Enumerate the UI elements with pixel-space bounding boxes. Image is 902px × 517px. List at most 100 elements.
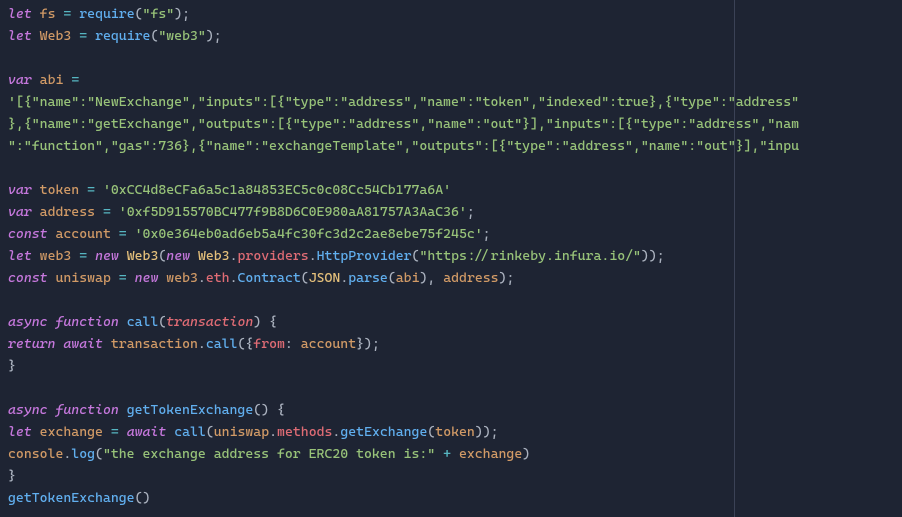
property: providers [238,248,309,264]
class-name: Web3 [127,248,159,264]
function-def: call [127,314,159,330]
punct: )); [641,248,665,264]
keyword: let [8,424,32,440]
code-line: '[{"name":"NewExchange","inputs":[{"type… [8,92,894,114]
punct: ( [301,270,309,286]
punct: ); [174,6,190,22]
identifier: token [40,182,80,198]
property: eth [206,270,230,286]
punct: . [198,336,206,352]
identifier: uniswap [55,270,110,286]
code-line: let web3 = new Web3(new Web3.providers.H… [8,246,894,268]
punct: ); [206,28,222,44]
function-def: getTokenExchange [127,402,254,418]
punct: ( [388,270,396,286]
identifier: abi [396,270,420,286]
punct: ); [499,270,515,286]
blank-line [8,158,894,180]
punct: ) { [253,314,277,330]
identifier: transaction [111,336,198,352]
identifier: Web3 [40,28,72,44]
punct: ), [419,270,443,286]
string: "fs" [143,6,175,22]
code-line: } [8,356,894,378]
keyword: var [8,204,32,220]
code-line: var address = '0xf5D915570BC477f9B8D6C0E… [8,202,894,224]
operator: + [443,446,451,462]
punct: ({ [237,336,253,352]
punct: )); [475,424,499,440]
keyword: new [95,248,119,264]
function-call: call [174,424,206,440]
property: HttpProvider [317,248,412,264]
function-call: parse [348,270,388,286]
code-line: async function getTokenExchange() { [8,400,894,422]
code-editor[interactable]: let fs = require("fs"); let Web3 = requi… [0,0,902,514]
class-name: JSON [309,270,341,286]
identifier: fs [40,6,56,22]
operator: = [79,28,87,44]
keyword: await [127,424,167,440]
operator: = [79,248,87,264]
identifier: abi [40,72,64,88]
punct: } [8,358,16,374]
code-line: let exchange = await call(uniswap.method… [8,422,894,444]
operator: = [87,182,95,198]
keyword: function [55,402,118,418]
string: "the exchange address for ERC20 token is… [103,446,435,462]
keyword: async [8,402,48,418]
function-call: require [79,6,134,22]
class-name: Web3 [198,248,230,264]
punct: ( [135,6,143,22]
operator: = [103,204,111,220]
punct: . [230,248,238,264]
string: "https://rinkeby.infura.io/" [419,248,640,264]
property: Contract [238,270,301,286]
punct: . [230,270,238,286]
property: from [253,336,285,352]
keyword: let [8,248,32,264]
code-line: async function call(transaction) { [8,312,894,334]
code-line: getTokenExchange() [8,488,894,510]
keyword: var [8,182,32,198]
punct: ; [483,226,491,242]
keyword: var [8,72,32,88]
identifier: uniswap [214,424,269,440]
string: '0xCC4d8eCFa6a5c1a84853EC5c0c08Cc54Cb177… [103,182,451,198]
code-line: } [8,466,894,488]
identifier: account [55,226,110,242]
code-line: let Web3 = require("web3"); [8,26,894,48]
identifier: account [301,336,356,352]
function-call: call [206,336,238,352]
punct: : [285,336,301,352]
string: ":"function","gas":736},{"name":"exchang… [8,138,799,154]
string: },{"name":"getExchange","outputs":[{"typ… [8,116,799,132]
string: '0xf5D915570BC477f9B8D6C0E980aA81757A3Aa… [119,204,467,220]
blank-line [8,378,894,400]
keyword: new [166,248,190,264]
string: "web3" [158,28,205,44]
keyword: async [8,314,48,330]
keyword: await [63,336,103,352]
property: methods [277,424,332,440]
code-line: console.log("the exchange address for ER… [8,444,894,466]
identifier: console [8,446,63,462]
keyword: return [8,336,55,352]
identifier: exchange [459,446,522,462]
keyword: function [55,314,118,330]
function-call: log [71,446,95,462]
identifier: web3 [166,270,198,286]
punct: } [8,468,16,484]
identifier: web3 [40,248,72,264]
function-call: getExchange [340,424,427,440]
operator: = [119,226,127,242]
function-call: getTokenExchange [8,490,135,506]
parameter: transaction [166,314,253,330]
punct: () { [253,402,285,418]
keyword: const [8,226,48,242]
code-line: let fs = require("fs"); [8,4,894,26]
code-line: var abi = [8,70,894,92]
function-call: require [95,28,150,44]
punct: ; [467,204,475,220]
code-line: const uniswap = new web3.eth.Contract(JS… [8,268,894,290]
